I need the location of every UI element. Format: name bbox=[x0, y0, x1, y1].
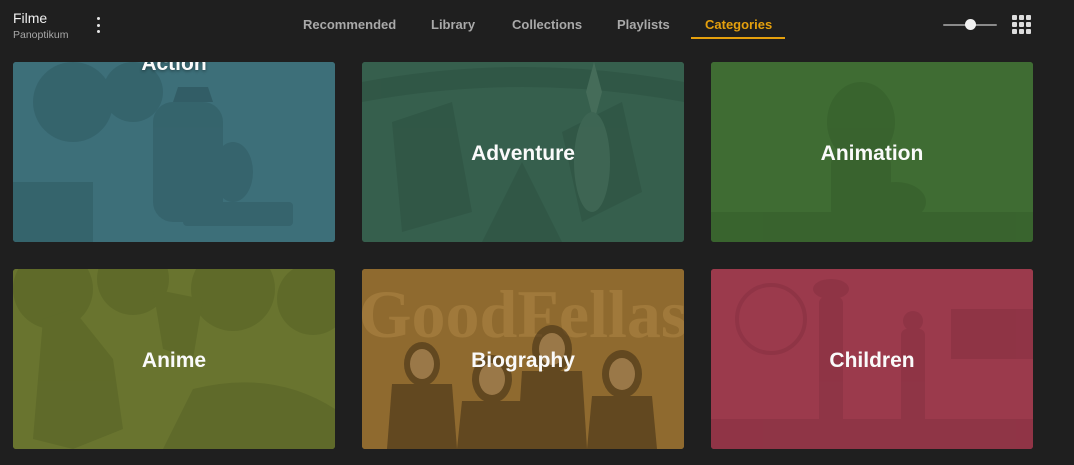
anime-artwork: Anime bbox=[13, 269, 335, 449]
tab-categories[interactable]: Categories bbox=[705, 17, 772, 33]
grid-view-icon[interactable] bbox=[1012, 15, 1032, 35]
poster-size-slider[interactable] bbox=[943, 18, 997, 32]
category-label: Action bbox=[141, 62, 206, 75]
tab-library[interactable]: Library bbox=[431, 17, 475, 33]
category-card-children[interactable]: Children bbox=[711, 269, 1033, 449]
category-card-anime[interactable]: Anime bbox=[13, 269, 335, 449]
animation-artwork: Animation bbox=[711, 62, 1033, 242]
category-card-adventure[interactable]: Adventure bbox=[362, 62, 684, 242]
category-card-action[interactable]: Action bbox=[13, 62, 335, 242]
adventure-artwork: Adventure bbox=[362, 62, 684, 242]
tab-recommended[interactable]: Recommended bbox=[303, 17, 396, 33]
slider-thumb[interactable] bbox=[965, 19, 976, 30]
category-card-animation[interactable]: Animation bbox=[711, 62, 1033, 242]
tab-playlists[interactable]: Playlists bbox=[617, 17, 670, 33]
category-label: Animation bbox=[821, 142, 924, 165]
children-artwork: Children bbox=[711, 269, 1033, 449]
category-label: Anime bbox=[142, 349, 206, 372]
top-bar: Filme Panoptikum Recommended Library Col… bbox=[0, 0, 1074, 48]
category-label: Adventure bbox=[471, 142, 575, 165]
artwork-title-text: GoodFellas bbox=[362, 276, 684, 352]
biography-artwork: GoodFellas Biography bbox=[362, 269, 684, 449]
active-tab-indicator bbox=[691, 37, 785, 39]
action-artwork: Action bbox=[13, 62, 335, 242]
tab-collections[interactable]: Collections bbox=[512, 17, 582, 33]
category-label: Children bbox=[829, 349, 914, 372]
category-card-biography[interactable]: GoodFellas Biography bbox=[362, 269, 684, 449]
category-label: Biography bbox=[471, 349, 575, 372]
tab-bar: Recommended Library Collections Playlist… bbox=[0, 0, 1074, 48]
